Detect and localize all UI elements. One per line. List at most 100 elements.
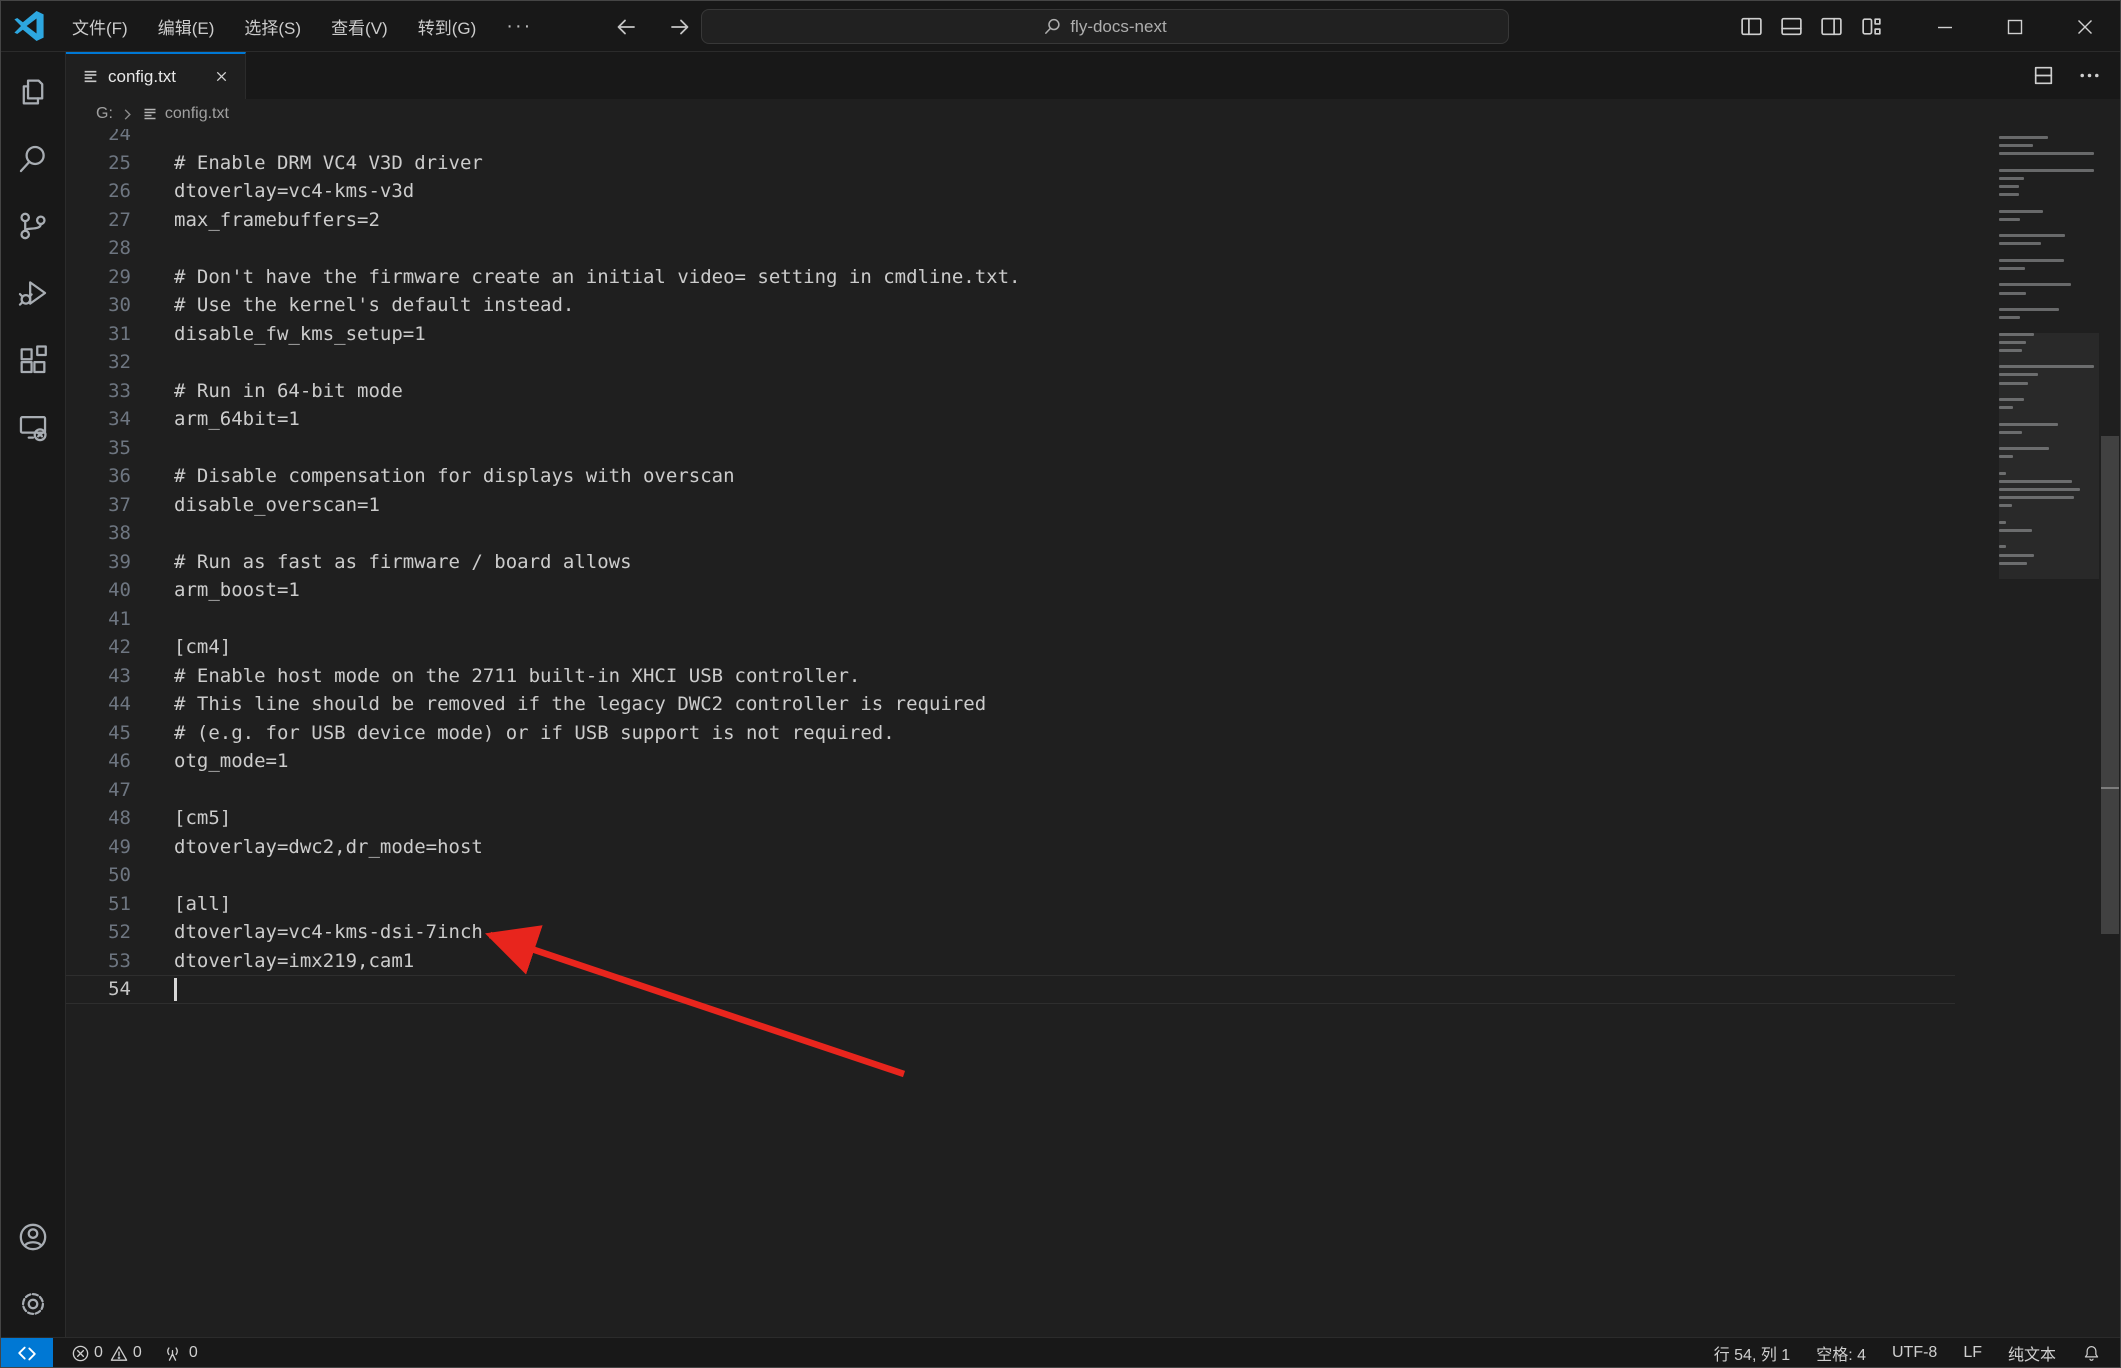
minimap-line bbox=[1999, 292, 2099, 300]
code-line-35[interactable]: 35 bbox=[66, 434, 2120, 463]
code-line-53[interactable]: 53dtoverlay=imx219,cam1 bbox=[66, 947, 2120, 976]
minimize-button[interactable] bbox=[1910, 1, 1980, 52]
code-line-47[interactable]: 47 bbox=[66, 776, 2120, 805]
scrollbar-thumb[interactable] bbox=[2101, 436, 2119, 934]
eol-indicator[interactable]: LF bbox=[1950, 1338, 1995, 1368]
code-line-54[interactable]: 54 bbox=[66, 975, 2120, 1004]
line-text bbox=[131, 519, 174, 548]
code-line-29[interactable]: 29# Don't have the firmware create an in… bbox=[66, 263, 2120, 292]
menu-item-4[interactable]: 转到(G) bbox=[403, 1, 492, 51]
code-line-42[interactable]: 42[cm4] bbox=[66, 633, 2120, 662]
activity-explorer-button[interactable] bbox=[1, 58, 66, 125]
indentation-indicator[interactable]: 空格: 4 bbox=[1803, 1338, 1879, 1368]
settings-button[interactable] bbox=[1, 1270, 66, 1337]
minimap-line bbox=[1999, 202, 2099, 210]
status-bar: 0 0 0 行 54 bbox=[1, 1337, 2120, 1368]
line-text: # This line should be removed if the leg… bbox=[131, 690, 986, 719]
code-line-30[interactable]: 30# Use the kernel's default instead. bbox=[66, 291, 2120, 320]
line-text: # Run as fast as firmware / board allows bbox=[131, 548, 632, 577]
menu-item-0[interactable]: 文件(F) bbox=[57, 1, 143, 51]
code-line-37[interactable]: 37disable_overscan=1 bbox=[66, 491, 2120, 520]
split-editor-icon bbox=[2031, 63, 2056, 88]
language-mode-indicator[interactable]: 纯文本 bbox=[1995, 1338, 2069, 1368]
code-line-46[interactable]: 46otg_mode=1 bbox=[66, 747, 2120, 776]
minimap-line bbox=[1999, 242, 2099, 250]
code-line-51[interactable]: 51[all] bbox=[66, 890, 2120, 919]
code-line-33[interactable]: 33# Run in 64-bit mode bbox=[66, 377, 2120, 406]
remote-indicator-button[interactable] bbox=[1, 1338, 53, 1368]
minimize-icon bbox=[1933, 15, 1957, 39]
editor-scrollbar[interactable] bbox=[2099, 129, 2120, 1337]
split-editor-button[interactable] bbox=[2030, 63, 2056, 89]
breadcrumb: G: config.txt bbox=[66, 99, 2120, 129]
editor-viewport[interactable]: 2425# Enable DRM VC4 V3D driver26dtoverl… bbox=[66, 129, 2120, 1337]
code-line-44[interactable]: 44# This line should be removed if the l… bbox=[66, 690, 2120, 719]
activity-remote-explorer-button[interactable] bbox=[1, 393, 66, 460]
minimap-line bbox=[1999, 210, 2099, 218]
activity-extensions-button[interactable] bbox=[1, 326, 66, 393]
code-line-40[interactable]: 40arm_boost=1 bbox=[66, 576, 2120, 605]
line-number: 40 bbox=[66, 576, 131, 605]
code-line-36[interactable]: 36# Disable compensation for displays wi… bbox=[66, 462, 2120, 491]
toggle-secondary-sidebar-button[interactable] bbox=[1818, 14, 1844, 40]
menu-item-1[interactable]: 编辑(E) bbox=[143, 1, 230, 51]
code-line-26[interactable]: 26dtoverlay=vc4-kms-v3d bbox=[66, 177, 2120, 206]
line-number: 44 bbox=[66, 690, 131, 719]
ports-button[interactable]: 0 bbox=[152, 1338, 208, 1368]
activity-source-control-button[interactable] bbox=[1, 192, 66, 259]
line-col-indicator[interactable]: 行 54, 列 1 bbox=[1701, 1338, 1803, 1368]
toggle-sidebar-button[interactable] bbox=[1738, 14, 1764, 40]
command-center-search[interactable]: fly-docs-next bbox=[701, 9, 1509, 44]
code-line-49[interactable]: 49dtoverlay=dwc2,dr_mode=host bbox=[66, 833, 2120, 862]
code-line-25[interactable]: 25# Enable DRM VC4 V3D driver bbox=[66, 149, 2120, 178]
minimap-line bbox=[1999, 136, 2099, 144]
code-line-24[interactable]: 24 bbox=[66, 129, 2120, 149]
maximize-button[interactable] bbox=[1980, 1, 2050, 52]
breadcrumb-file[interactable]: config.txt bbox=[142, 105, 229, 123]
breadcrumb-drive[interactable]: G: bbox=[96, 105, 113, 123]
code-line-45[interactable]: 45# (e.g. for USB device mode) or if USB… bbox=[66, 719, 2120, 748]
line-text: # Enable host mode on the 2711 built-in … bbox=[131, 662, 860, 691]
menu-item-3[interactable]: 查看(V) bbox=[316, 1, 403, 51]
minimap-slider[interactable] bbox=[1999, 333, 2099, 579]
notifications-bell-button[interactable] bbox=[2069, 1338, 2114, 1368]
line-text: # (e.g. for USB device mode) or if USB s… bbox=[131, 719, 895, 748]
code-line-39[interactable]: 39# Run as fast as firmware / board allo… bbox=[66, 548, 2120, 577]
code-line-50[interactable]: 50 bbox=[66, 861, 2120, 890]
minimap-line bbox=[1999, 177, 2099, 185]
minimap-line bbox=[1999, 169, 2099, 177]
code-line-52[interactable]: 52dtoverlay=vc4-kms-dsi-7inch bbox=[66, 918, 2120, 947]
code-line-32[interactable]: 32 bbox=[66, 348, 2120, 377]
activity-run-debug-button[interactable] bbox=[1, 259, 66, 326]
nav-forward-button[interactable] bbox=[663, 10, 697, 44]
nav-back-button[interactable] bbox=[609, 10, 643, 44]
customize-layout-button[interactable] bbox=[1858, 14, 1884, 40]
code-line-41[interactable]: 41 bbox=[66, 605, 2120, 634]
minimap-line bbox=[1999, 316, 2099, 324]
code-line-31[interactable]: 31disable_fw_kms_setup=1 bbox=[66, 320, 2120, 349]
account-button[interactable] bbox=[1, 1203, 66, 1270]
line-text: # Don't have the firmware create an init… bbox=[131, 263, 1020, 292]
line-number: 25 bbox=[66, 149, 131, 178]
problems-button[interactable]: 0 0 bbox=[61, 1338, 152, 1368]
files-icon bbox=[16, 75, 50, 109]
tab-config-txt[interactable]: config.txt bbox=[66, 52, 246, 99]
minimap[interactable] bbox=[1999, 136, 2099, 578]
line-text: disable_overscan=1 bbox=[131, 491, 380, 520]
menu-item-2[interactable]: 选择(S) bbox=[229, 1, 316, 51]
close-window-button[interactable] bbox=[2050, 1, 2120, 52]
line-text bbox=[131, 605, 174, 634]
code-line-34[interactable]: 34arm_64bit=1 bbox=[66, 405, 2120, 434]
more-actions-button[interactable] bbox=[2076, 63, 2102, 89]
toggle-panel-button[interactable] bbox=[1778, 14, 1804, 40]
code-line-27[interactable]: 27max_framebuffers=2 bbox=[66, 206, 2120, 235]
encoding-indicator[interactable]: UTF-8 bbox=[1879, 1338, 1950, 1368]
menu-item-5[interactable]: ··· bbox=[491, 1, 547, 51]
code-line-28[interactable]: 28 bbox=[66, 234, 2120, 263]
activity-search-button[interactable] bbox=[1, 125, 66, 192]
code-line-48[interactable]: 48[cm5] bbox=[66, 804, 2120, 833]
minimap-line bbox=[1999, 144, 2099, 152]
code-line-43[interactable]: 43# Enable host mode on the 2711 built-i… bbox=[66, 662, 2120, 691]
tab-close-button[interactable] bbox=[209, 65, 233, 89]
code-line-38[interactable]: 38 bbox=[66, 519, 2120, 548]
